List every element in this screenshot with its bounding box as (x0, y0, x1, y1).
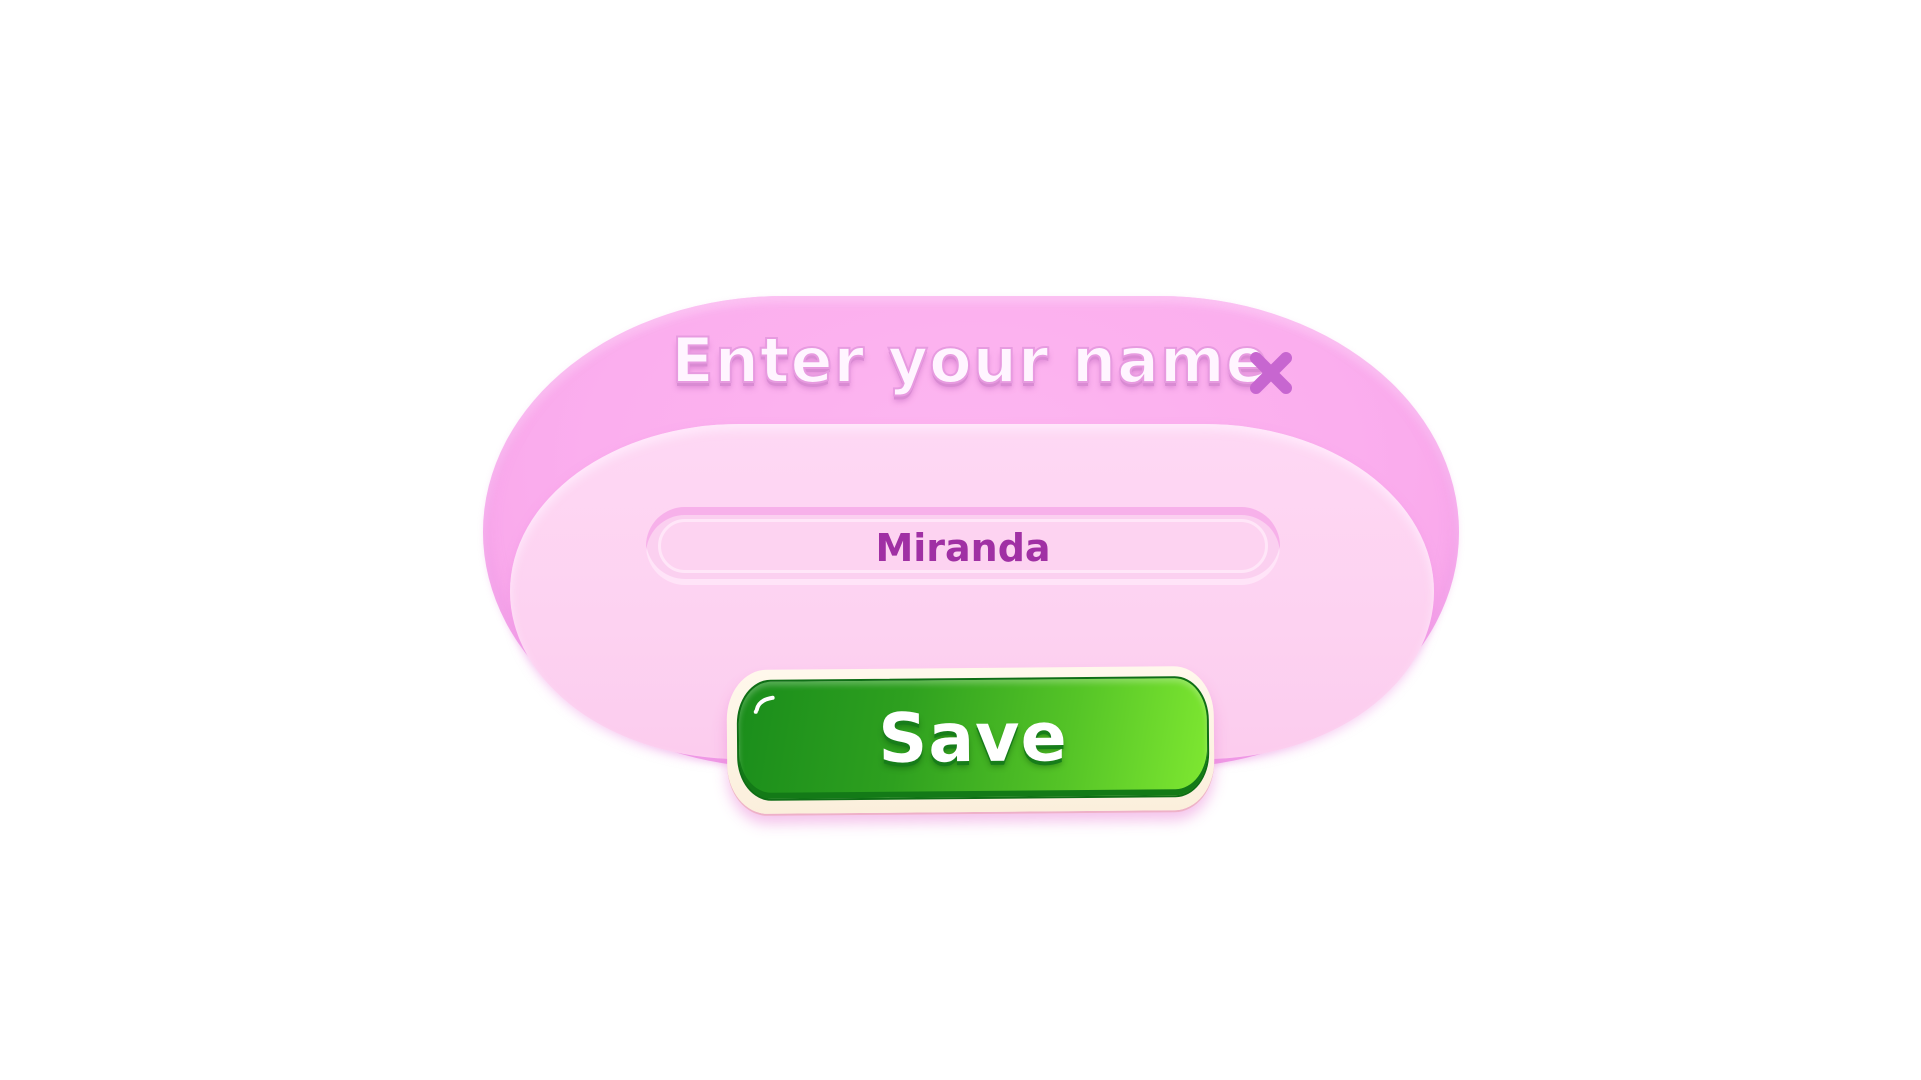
game-screen: Enter your name Save (0, 0, 1921, 1080)
dialog-title: Enter your name (670, 324, 1269, 397)
close-button[interactable] (1247, 349, 1295, 397)
name-field-inner (658, 519, 1268, 573)
name-field (646, 507, 1280, 585)
save-button[interactable]: Save (736, 675, 1210, 802)
name-input[interactable] (661, 522, 1265, 570)
save-button-label: Save (878, 698, 1068, 779)
close-icon (1250, 352, 1292, 394)
